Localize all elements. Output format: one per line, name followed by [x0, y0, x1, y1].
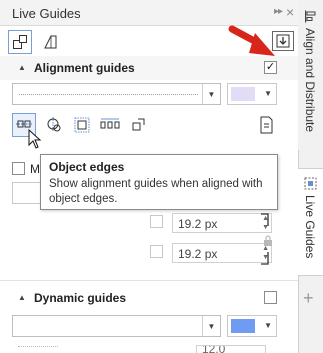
- live-guides-icon: [304, 177, 317, 190]
- objects-mode-button[interactable]: [8, 30, 32, 54]
- align-distribute-icon: [305, 10, 316, 23]
- page-guides-icon: [44, 35, 57, 49]
- dynamic-color-picker[interactable]: ▼: [227, 315, 277, 337]
- page-settings-icon: [260, 116, 273, 134]
- chevron-down-icon: ▼: [202, 316, 220, 336]
- page-mode-button[interactable]: [38, 30, 62, 54]
- alignment-color-picker[interactable]: ▼: [227, 83, 277, 105]
- collapse-alignment-icon[interactable]: ▲: [18, 63, 26, 72]
- tab-live-guides[interactable]: Live Guides: [298, 168, 323, 276]
- alignment-guides-label: Alignment guides: [34, 61, 135, 75]
- lock-icon[interactable]: [263, 235, 273, 247]
- checkmark-icon: ✓: [265, 61, 276, 73]
- dynamic-guides-label: Dynamic guides: [34, 291, 127, 305]
- margins-button[interactable]: [70, 113, 94, 137]
- margins-checkbox[interactable]: [12, 162, 25, 175]
- margin-lock-box-2[interactable]: [150, 245, 163, 258]
- dynamic-angle-field[interactable]: 12.0: [196, 345, 266, 353]
- dotted-line-preview: [19, 94, 198, 95]
- tooltip-title: Object edges: [49, 160, 125, 174]
- tab-live-guides-label: Live Guides: [303, 195, 317, 259]
- dynamic-angle-value: 12.0: [202, 345, 226, 353]
- vertical-margin-spinner[interactable]: 19.2 px ▲ ▼: [172, 243, 272, 263]
- object-edges-tooltip: Object edges Show alignment guides when …: [40, 154, 278, 210]
- expand-arrows-icon[interactable]: ▸▸: [274, 6, 283, 17]
- dynamic-line-style-dropdown[interactable]: ▼: [12, 315, 221, 337]
- alignment-line-style-dropdown[interactable]: ▼: [12, 83, 221, 105]
- tab-align-and-distribute-label: Align and Distribute: [303, 28, 317, 133]
- horizontal-margin-value: 19.2 px: [178, 217, 218, 231]
- alignment-color-swatch: [231, 87, 255, 101]
- add-tab-icon[interactable]: +: [303, 288, 314, 309]
- chevron-down-icon: ▼: [264, 321, 272, 330]
- margins-checkbox-label: M: [30, 162, 40, 176]
- page-edges-icon: [132, 118, 145, 131]
- dynamic-partial-icons: [18, 346, 58, 353]
- object-centers-icon: [47, 117, 61, 132]
- tooltip-description: Show alignment guides when aligned with …: [49, 178, 263, 205]
- dynamic-guides-checkbox[interactable]: [264, 291, 277, 304]
- vertical-margin-value: 19.2 px: [178, 247, 218, 261]
- margins-icon: [74, 117, 90, 133]
- dynamic-color-swatch: [231, 319, 255, 333]
- horizontal-margin-spinner[interactable]: 19.2 px ▲ ▼: [172, 213, 272, 233]
- alignment-guides-checkbox[interactable]: ✓: [264, 61, 277, 74]
- collapse-dynamic-icon[interactable]: ▲: [18, 293, 26, 302]
- spacing-icon: [100, 118, 120, 129]
- margin-lock-box-1[interactable]: [150, 215, 163, 228]
- page-settings-button[interactable]: [254, 113, 278, 137]
- chevron-down-icon: ▼: [202, 84, 220, 104]
- mouse-cursor-icon: [28, 129, 42, 149]
- objects-guides-icon: [13, 35, 27, 49]
- page-edges-button[interactable]: [126, 113, 150, 137]
- chevron-down-icon: ▼: [264, 89, 272, 98]
- panel-titlebar: Live Guides ▸▸ ×: [0, 0, 298, 26]
- red-pointer-arrow-icon: [228, 25, 275, 56]
- import-icon: [276, 34, 290, 48]
- tab-align-and-distribute[interactable]: Align and Distribute: [298, 0, 323, 150]
- panel-title: Live Guides: [12, 6, 81, 21]
- section-divider: [0, 280, 298, 281]
- margin-field-partial[interactable]: [12, 182, 42, 204]
- close-icon[interactable]: ×: [286, 4, 294, 20]
- object-centers-button[interactable]: [42, 113, 66, 137]
- spacing-button[interactable]: [98, 113, 122, 137]
